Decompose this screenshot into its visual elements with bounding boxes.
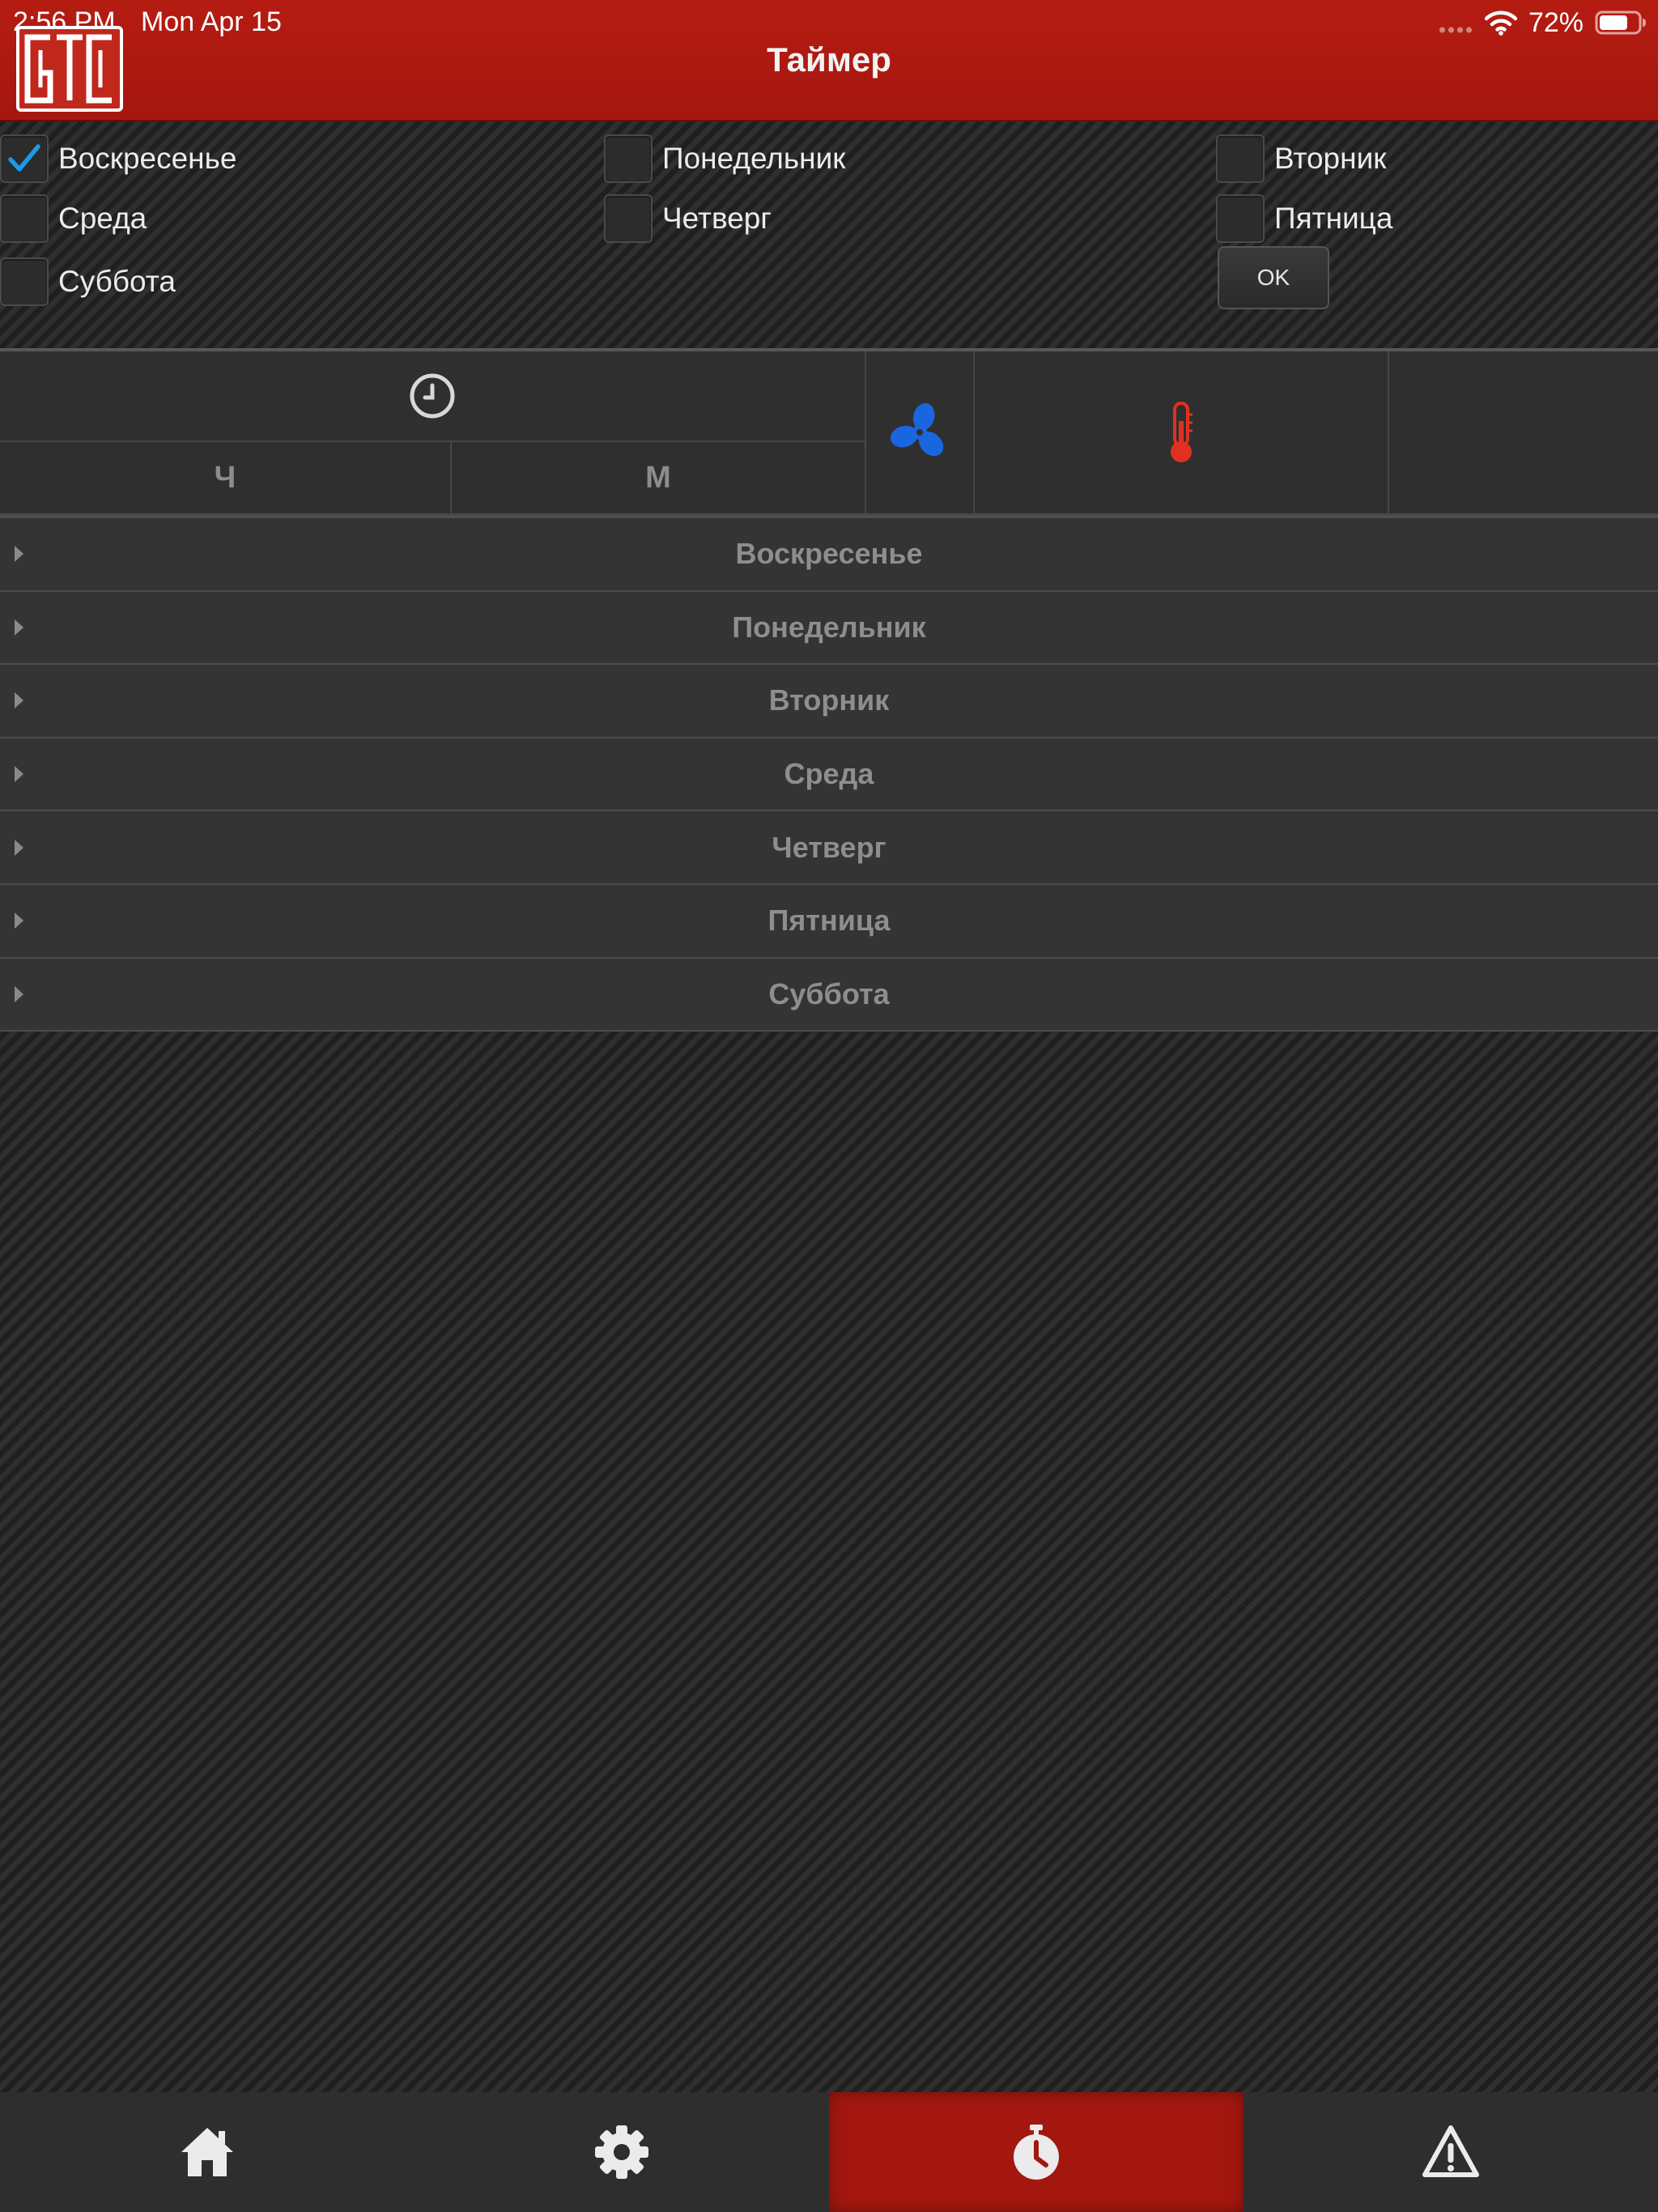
clock-icon	[410, 373, 455, 419]
checkbox-label: Пятница	[1274, 202, 1393, 235]
checkbox-thursday[interactable]: Четверг	[604, 194, 772, 243]
checkbox-box[interactable]	[0, 257, 49, 306]
day-row-sunday[interactable]: Воскресенье	[0, 518, 1658, 592]
expand-caret-icon	[15, 692, 23, 709]
battery-icon	[1595, 11, 1646, 35]
checkbox-box[interactable]	[604, 134, 653, 183]
day-row-label: Понедельник	[732, 610, 926, 644]
checkbox-monday[interactable]: Понедельник	[604, 134, 845, 183]
stopwatch-icon	[1014, 2125, 1059, 2180]
checkmark-icon	[8, 144, 40, 172]
tab-home[interactable]	[0, 2092, 414, 2212]
expand-caret-icon	[15, 985, 23, 1002]
wifi-icon	[1484, 11, 1517, 36]
checkbox-label: Воскресенье	[58, 142, 237, 175]
tab-settings[interactable]	[414, 2092, 829, 2212]
checkbox-label: Вторник	[1274, 142, 1387, 175]
checkbox-label: Понедельник	[662, 142, 846, 175]
minutes-column-header: М	[452, 442, 866, 515]
extra-column-header	[1389, 351, 1658, 515]
expand-caret-icon	[15, 546, 23, 563]
day-row-label: Среда	[784, 757, 874, 791]
checkbox-sunday[interactable]: Воскресенье	[0, 134, 236, 183]
warning-icon	[1422, 2125, 1479, 2177]
expand-caret-icon	[15, 839, 23, 856]
checkbox-label: Четверг	[662, 202, 772, 235]
hours-label: Ч	[214, 460, 236, 495]
checkbox-box[interactable]	[1216, 134, 1265, 183]
day-row-label: Суббота	[768, 976, 890, 1010]
home-icon	[181, 2128, 233, 2176]
time-column-header	[0, 351, 866, 442]
cellular-signal-icon	[1437, 27, 1473, 33]
schedule-day-list: Воскресенье Понедельник Вторник Среда Че…	[0, 518, 1658, 1032]
checkbox-tuesday[interactable]: Вторник	[1216, 134, 1386, 183]
expand-caret-icon	[15, 912, 23, 929]
checkbox-box[interactable]	[1216, 194, 1265, 243]
day-row-wednesday[interactable]: Среда	[0, 738, 1658, 812]
day-row-monday[interactable]: Понедельник	[0, 591, 1658, 666]
gear-icon	[595, 2125, 648, 2179]
checkbox-box[interactable]	[0, 134, 49, 183]
hours-column-header: Ч	[0, 442, 452, 515]
status-indicators: 72%	[1437, 5, 1647, 40]
fan-column-header	[866, 351, 975, 515]
temperature-column-header	[975, 351, 1389, 515]
minutes-label: М	[645, 460, 671, 495]
checkbox-saturday[interactable]: Суббота	[0, 257, 176, 306]
checkbox-friday[interactable]: Пятница	[1216, 194, 1392, 243]
expand-caret-icon	[15, 766, 23, 783]
fan-icon	[890, 402, 944, 457]
day-row-label: Пятница	[767, 904, 891, 938]
checkbox-label: Среда	[58, 202, 147, 235]
schedule-header: Ч М	[0, 351, 1658, 515]
thermometer-icon	[1171, 402, 1192, 462]
battery-percentage: 72%	[1528, 6, 1584, 38]
day-row-label: Четверг	[772, 830, 886, 864]
checkbox-wednesday[interactable]: Среда	[0, 194, 147, 243]
day-row-label: Вторник	[768, 683, 890, 717]
tab-alerts[interactable]	[1244, 2092, 1658, 2212]
checkbox-box[interactable]	[0, 194, 49, 243]
page-title: Таймер	[767, 40, 891, 79]
checkbox-label: Суббота	[58, 265, 176, 298]
app-header: 2:56 PM Mon Apr 15 72% Таймер	[0, 0, 1658, 121]
day-row-label: Воскресенье	[735, 537, 923, 571]
day-row-tuesday[interactable]: Вторник	[0, 665, 1658, 738]
bottom-tab-bar	[0, 2092, 1658, 2212]
expand-caret-icon	[15, 619, 23, 636]
checkbox-box[interactable]	[604, 194, 653, 243]
day-row-thursday[interactable]: Четверг	[0, 811, 1658, 885]
ok-button[interactable]: OK	[1218, 246, 1329, 309]
tab-timer[interactable]	[829, 2092, 1244, 2212]
day-selector: Воскресенье Понедельник Вторник Среда Че…	[0, 123, 1658, 348]
status-date: Mon Apr 15	[141, 6, 282, 37]
day-row-friday[interactable]: Пятница	[0, 884, 1658, 959]
day-row-saturday[interactable]: Суббота	[0, 958, 1658, 1032]
